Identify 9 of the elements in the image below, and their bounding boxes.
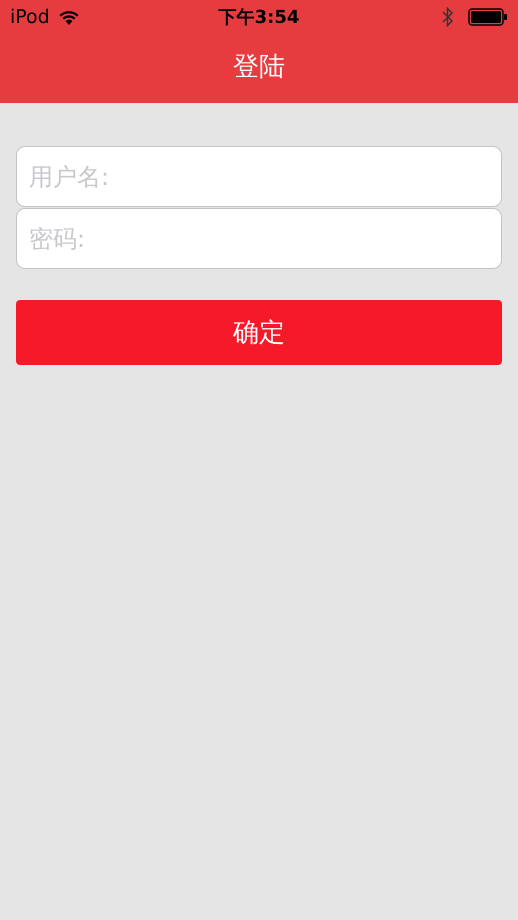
input-field[interactable]: 密码: [16,208,502,269]
status-time: 下午3:54 [218,6,300,29]
bluetooth-icon [442,7,454,27]
wifi-icon [58,9,80,25]
battery-icon [468,8,508,26]
carrier-label: iPod [10,6,50,28]
confirm-button[interactable]: 确定 [16,300,502,365]
input-field[interactable]: 用户名: [16,146,502,207]
page-title: 登陆 [232,51,286,84]
